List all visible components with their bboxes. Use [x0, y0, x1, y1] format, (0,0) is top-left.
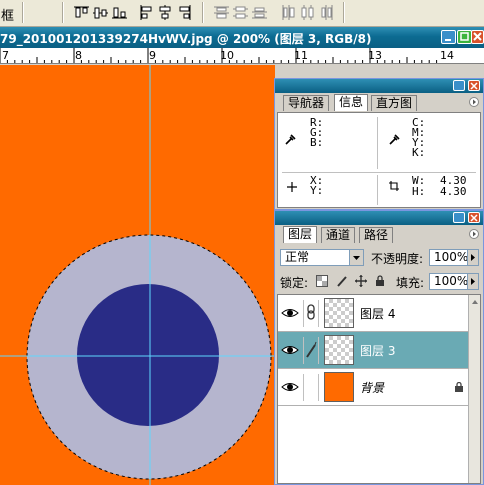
- close-icon[interactable]: [468, 80, 480, 91]
- divider: [282, 172, 476, 173]
- toolbar-separator: [62, 2, 64, 23]
- lock-transparency-icon[interactable]: [316, 275, 328, 287]
- layer-thumbnail: [324, 372, 354, 402]
- opacity-value: 100%: [434, 250, 469, 264]
- distribute-hcenter-icon[interactable]: [299, 4, 316, 21]
- link-cell[interactable]: [303, 300, 319, 327]
- panel-menu-icon[interactable]: [469, 229, 479, 239]
- divider: [377, 175, 378, 205]
- minimize-icon[interactable]: [453, 80, 465, 91]
- opacity-label: 不透明度:: [371, 252, 424, 266]
- inner-circle: [77, 284, 219, 426]
- close-icon[interactable]: [471, 30, 484, 44]
- frame-label: 框: [1, 9, 15, 24]
- distribute-bottom-icon[interactable]: [251, 4, 268, 21]
- ruler-label: 11: [294, 49, 308, 62]
- lock-pixels-icon[interactable]: [336, 275, 348, 287]
- align-vcenter-icon[interactable]: [92, 4, 109, 21]
- chevron-down-icon[interactable]: [349, 250, 363, 265]
- align-top-icon[interactable]: [73, 4, 90, 21]
- minimize-icon[interactable]: [441, 30, 456, 44]
- ruler-label: 13: [368, 49, 382, 62]
- info-panel-title-bar[interactable]: [275, 79, 483, 93]
- blend-mode-select[interactable]: 正常: [280, 249, 364, 266]
- tab-info[interactable]: 信息: [334, 94, 369, 111]
- ruler-label: 9: [149, 49, 156, 62]
- cmyk-readout: C: M: Y: K:: [412, 116, 426, 159]
- layer-name: 背景: [360, 381, 385, 395]
- layers-panel: 图层 通道 路径 正常 不透明度: 100% 锁定: 填充: 100% 图层 4…: [274, 210, 484, 485]
- selection-size-icon: [389, 181, 399, 191]
- layer-name: 图层 3: [360, 344, 396, 358]
- chevron-right-icon[interactable]: [467, 250, 478, 265]
- lock-position-icon[interactable]: [355, 275, 367, 287]
- panel-menu-icon[interactable]: [469, 97, 479, 107]
- layers-list: 图层 4 图层 3 背景: [277, 294, 481, 484]
- fill-input[interactable]: 100%: [429, 273, 479, 290]
- crosshair-icon: [287, 182, 297, 192]
- lock-all-icon[interactable]: [374, 275, 386, 287]
- height-value: 4.30: [440, 185, 467, 198]
- tab-paths[interactable]: 路径: [359, 227, 394, 243]
- link-cell[interactable]: [303, 337, 319, 364]
- rgb-readout: R: G: B:: [310, 116, 324, 149]
- layers-panel-title-bar[interactable]: [275, 211, 483, 225]
- tab-navigator[interactable]: 导航器: [283, 95, 330, 111]
- distribute-vcenter-icon[interactable]: [232, 4, 249, 21]
- image-canvas[interactable]: [0, 65, 275, 485]
- scroll-up-icon[interactable]: [469, 295, 481, 309]
- align-left-icon[interactable]: [138, 4, 155, 21]
- layer-row[interactable]: 图层 4: [278, 295, 469, 332]
- document-title-bar[interactable]: 79_201001201339274HvWV.jpg @ 200% (图层 3,…: [0, 27, 484, 48]
- layer-row[interactable]: 图层 3: [278, 332, 469, 369]
- eyedropper-icon: [285, 134, 296, 145]
- ruler-label: 10: [220, 49, 234, 62]
- close-icon[interactable]: [468, 212, 480, 223]
- horizontal-ruler: 8 7 9 10 11 13 14: [0, 48, 484, 64]
- toolbar-separator: [343, 2, 345, 23]
- lock-label: 锁定:: [280, 276, 309, 290]
- eye-icon[interactable]: [281, 343, 299, 357]
- tab-channels[interactable]: 通道: [321, 227, 356, 243]
- distribute-top-icon[interactable]: [213, 4, 230, 21]
- layer-row[interactable]: 背景: [278, 369, 469, 406]
- xy-readout: X: Y:: [310, 174, 324, 197]
- document-title: 79_201001201339274HvWV.jpg @ 200% (图层 3,…: [0, 32, 372, 46]
- eye-icon[interactable]: [281, 306, 299, 320]
- info-panel-body: R: G: B: C: M: Y: K: X: Y: W: 4.30 H: 4.…: [277, 112, 481, 208]
- eyedropper-icon: [389, 134, 400, 145]
- layer-thumbnail: [324, 335, 354, 365]
- chevron-right-icon[interactable]: [467, 274, 478, 289]
- options-bar: 框: [0, 0, 484, 27]
- layers-scrollbar[interactable]: [468, 295, 481, 483]
- link-cell[interactable]: [303, 374, 319, 401]
- blend-mode-value: 正常: [285, 250, 310, 264]
- align-bottom-icon[interactable]: [111, 4, 128, 21]
- ruler-label: 8: [75, 49, 82, 62]
- tab-histogram[interactable]: 直方图: [371, 95, 418, 111]
- maximize-icon[interactable]: [457, 30, 472, 44]
- minimize-icon[interactable]: [453, 212, 465, 223]
- layer-name: 图层 4: [360, 307, 396, 321]
- align-right-icon[interactable]: [176, 4, 193, 21]
- eye-icon[interactable]: [281, 380, 299, 394]
- fill-label: 填充:: [396, 276, 425, 290]
- distribute-right-icon[interactable]: [318, 4, 335, 21]
- info-panel: 导航器 信息 直方图 R: G: B: C: M: Y: K: X: Y: W:…: [274, 78, 484, 210]
- divider: [377, 117, 378, 169]
- align-hcenter-icon[interactable]: [157, 4, 174, 21]
- ruler-label: 14: [440, 49, 454, 62]
- height-label: H:: [412, 185, 426, 198]
- toolbar-separator: [202, 2, 204, 23]
- opacity-input[interactable]: 100%: [429, 249, 479, 266]
- tab-layers[interactable]: 图层: [283, 226, 318, 243]
- fill-value: 100%: [434, 274, 469, 288]
- toolbar-separator: [22, 2, 24, 23]
- distribute-left-icon[interactable]: [280, 4, 297, 21]
- layer-thumbnail: [324, 298, 354, 328]
- lock-icon: [455, 382, 463, 392]
- ruler-label: 7: [2, 49, 9, 62]
